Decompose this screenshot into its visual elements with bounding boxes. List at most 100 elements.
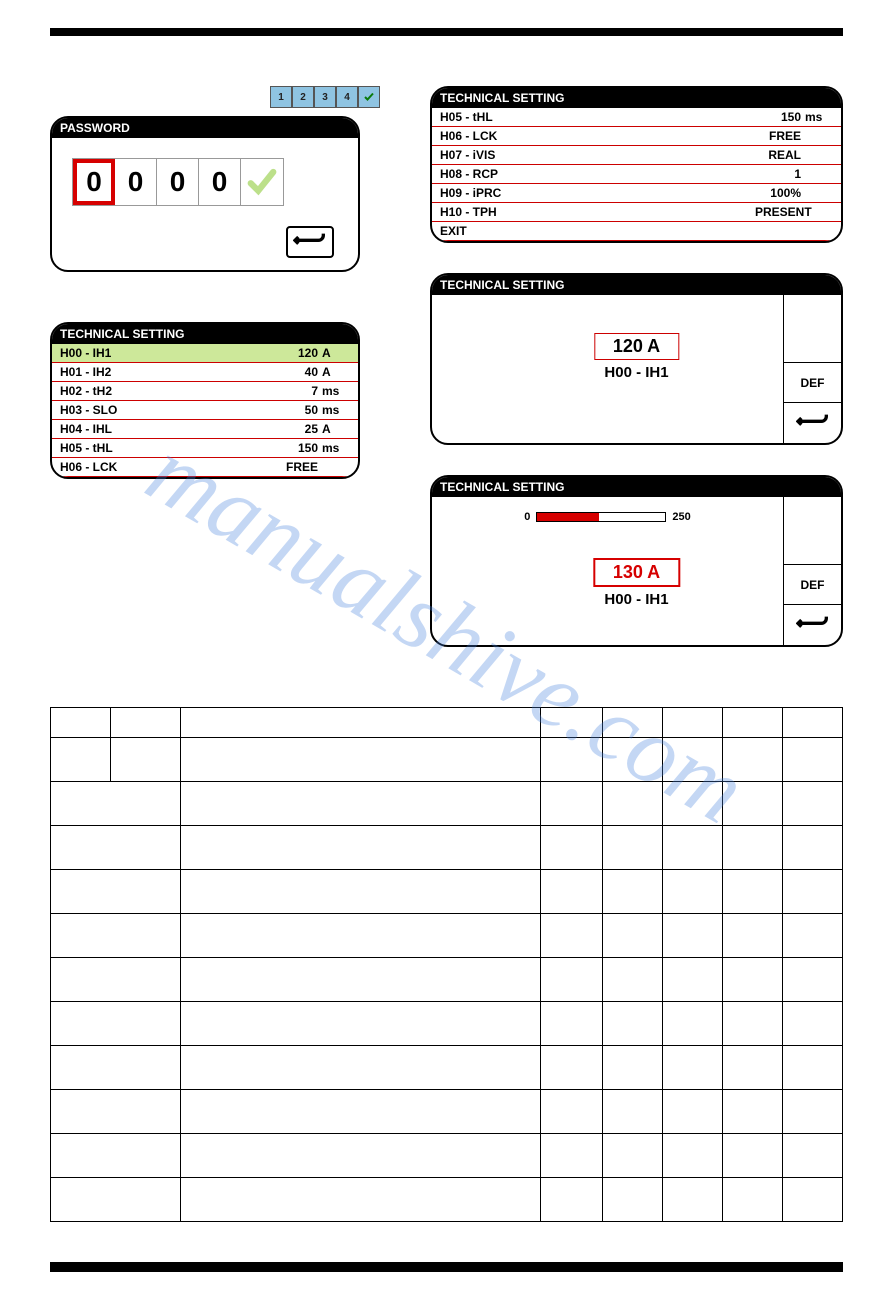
top-rule [50,28,843,36]
list-row[interactable]: H06 - LCKFREE [432,127,841,146]
list-row[interactable]: EXIT [432,222,841,241]
table-cell [663,708,723,738]
back-button[interactable] [286,226,334,258]
row-value: 1 [755,167,805,181]
table-cell [541,1002,603,1046]
table-cell [181,1134,541,1178]
table-cell [723,1090,783,1134]
row-label: H09 - iPRC [440,186,755,200]
pw-digit-0[interactable]: 0 [73,159,115,205]
seg-4[interactable]: 4 [336,86,358,108]
table-cell [603,958,663,1002]
table-cell [541,914,603,958]
table-cell [663,738,723,782]
table-cell [111,708,181,738]
table-cell [783,1090,843,1134]
table-cell [541,826,603,870]
table-cell [181,782,541,826]
row-label: EXIT [440,224,755,238]
slider-max: 250 [672,511,690,523]
table-cell [181,826,541,870]
row-value: FREE [272,460,322,474]
row-unit: ms [322,403,350,417]
table-cell [783,708,843,738]
table-cell [723,1002,783,1046]
table-cell [541,870,603,914]
list-row[interactable]: H06 - LCKFREE [52,458,358,477]
check-icon [246,167,278,197]
tech-list-left-title: TECHNICAL SETTING [52,324,358,344]
table-cell [663,1002,723,1046]
back-button-2[interactable] [784,605,841,645]
table-cell [111,738,181,782]
table-cell [723,1046,783,1090]
list-row[interactable]: H04 - IHL25A [52,420,358,439]
row-value: REAL [755,148,805,162]
row-unit: ms [322,441,350,455]
table-cell [663,782,723,826]
def-button-2[interactable]: DEF [784,565,841,605]
pw-digit-3[interactable]: 0 [199,159,241,205]
table-cell [603,914,663,958]
table-cell [663,870,723,914]
table-cell [663,1134,723,1178]
slider-min: 0 [524,511,530,523]
table-cell [783,1178,843,1222]
table-cell [541,738,603,782]
back-arrow-icon [796,615,830,635]
table-cell [783,782,843,826]
table-cell [783,1002,843,1046]
table-cell [51,1134,181,1178]
table-cell [181,1046,541,1090]
seg-3[interactable]: 3 [314,86,336,108]
table-cell [723,1134,783,1178]
table-cell [51,914,181,958]
table-cell [51,1046,181,1090]
table-cell [541,708,603,738]
slider-track[interactable] [536,512,666,522]
tech-list-left-panel: TECHNICAL SETTING H00 - IH1120AH01 - IH2… [50,322,360,479]
table-cell [663,1046,723,1090]
table-cell [663,914,723,958]
value-1-param: H00 - IH1 [594,364,679,381]
table-cell [51,870,181,914]
value-2-box: 130 A [593,558,680,587]
list-row[interactable]: H05 - tHL150ms [52,439,358,458]
table-cell [723,870,783,914]
table-cell [603,1046,663,1090]
list-row[interactable]: H00 - IH1120A [52,344,358,363]
def-button-1[interactable]: DEF [784,363,841,403]
list-row[interactable]: H08 - RCP1 [432,165,841,184]
seg-check[interactable] [358,86,380,108]
table-cell [541,782,603,826]
table-cell [663,1178,723,1222]
table-cell [723,958,783,1002]
table-cell [181,914,541,958]
list-row[interactable]: H05 - tHL150ms [432,108,841,127]
list-row[interactable]: H03 - SLO50ms [52,401,358,420]
pw-digit-1[interactable]: 0 [115,159,157,205]
list-row[interactable]: H09 - iPRC100% [432,184,841,203]
bottom-rule [50,1262,843,1272]
list-row[interactable]: H07 - iVISREAL [432,146,841,165]
row-label: H03 - SLO [60,403,272,417]
seg-1[interactable]: 1 [270,86,292,108]
seg-2[interactable]: 2 [292,86,314,108]
table-cell [181,1178,541,1222]
row-value: 7 [272,384,322,398]
table-cell [603,826,663,870]
pw-confirm[interactable] [241,159,283,205]
tech-list-right-panel: TECHNICAL SETTING H05 - tHL150msH06 - LC… [430,86,843,243]
table-cell [783,870,843,914]
value-2-param: H00 - IH1 [593,591,680,608]
table-cell [783,1046,843,1090]
back-button-1[interactable] [784,403,841,443]
list-row[interactable]: H01 - IH240A [52,363,358,382]
table-cell [181,738,541,782]
row-label: H10 - TPH [440,205,755,219]
list-row[interactable]: H02 - tH27ms [52,382,358,401]
list-row[interactable]: H10 - TPHPRESENT [432,203,841,222]
pw-digit-2[interactable]: 0 [157,159,199,205]
slider-fill [537,513,598,521]
value-1-box: 120 A [594,333,679,360]
